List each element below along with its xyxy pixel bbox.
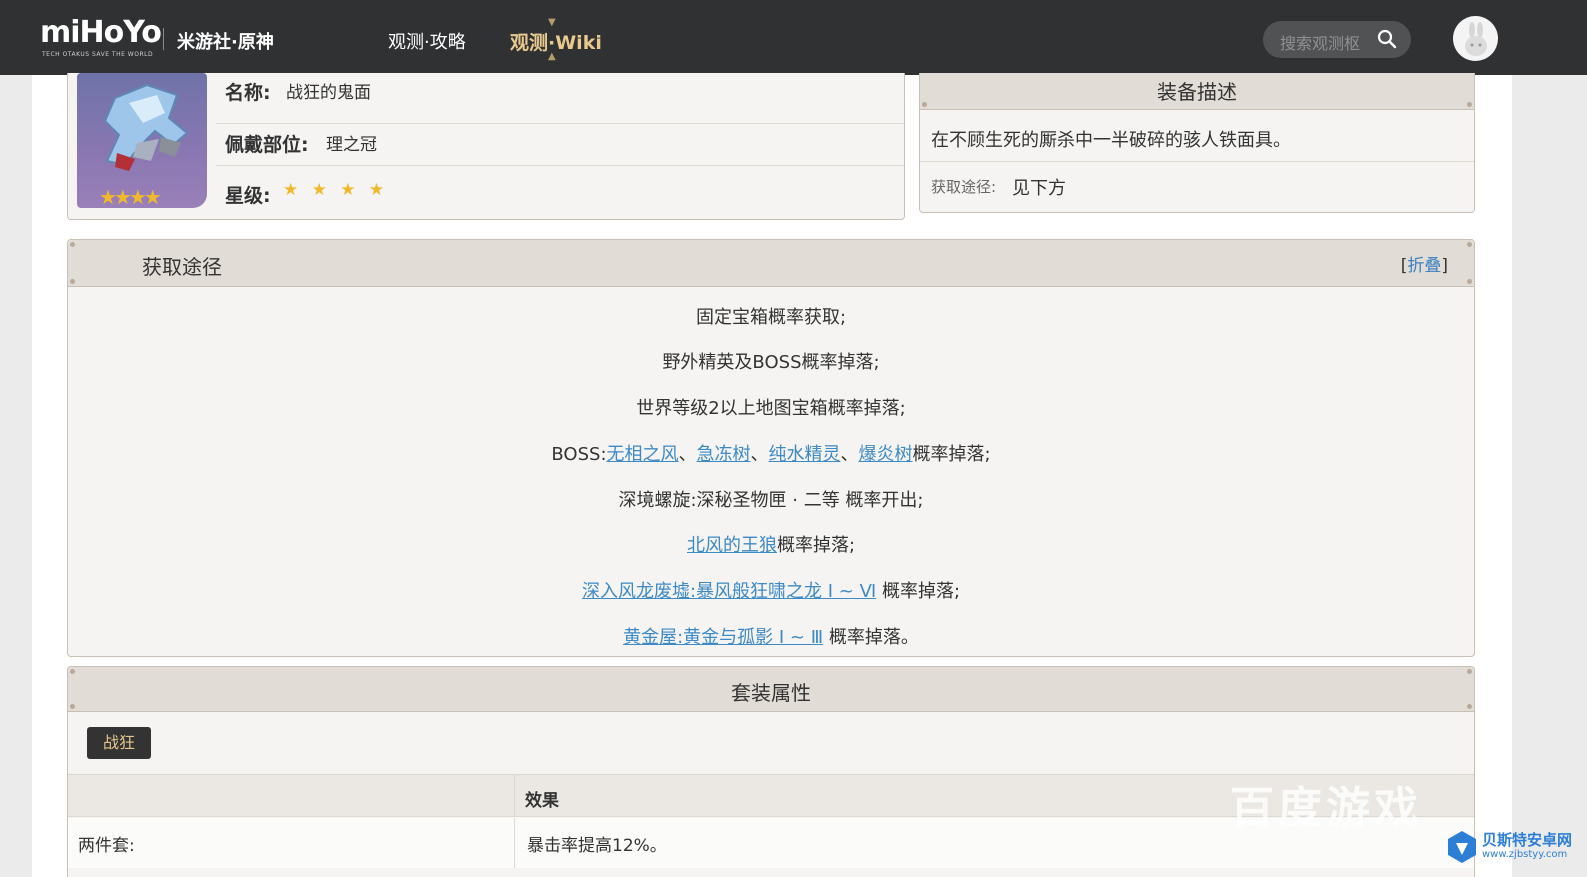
corner-dot [70,279,75,284]
corner-dot [1467,242,1472,247]
rarity-label: 星级: [225,185,271,207]
link-boss-anemo-hypostasis[interactable]: 无相之风 [607,444,679,465]
table-row: 两件套: [68,818,515,868]
item-image: ★★★★ [77,73,207,208]
user-avatar[interactable] [1453,16,1498,61]
site-url: www.zjbstyy.com [1482,849,1568,860]
page-content: ★★★★ 名称: 战狂的鬼面 佩戴部位: 理之冠 星级: ★ ★ ★ ★ 装备描… [32,73,1512,877]
fold-toggle[interactable]: [折叠] [1401,251,1448,276]
boss-suffix: 概率掉落; [912,444,991,465]
logo-divider [163,28,164,50]
obtain-line-4: BOSS:无相之风、急冻树、纯水精灵、爆炎树概率掉落; [68,440,1474,466]
obtain-line-2: 野外精英及BOSS概率掉落; [662,352,880,373]
two-piece-label: 两件套: [78,836,135,856]
link-boss-oceanid[interactable]: 纯水精灵 [769,444,841,465]
obtain-card: 获取途径 [折叠] 固定宝箱概率获取; 野外精英及BOSS概率掉落; 世界等级2… [67,239,1475,657]
nav-active-bottom-ornament-icon: ▲ [548,51,556,62]
info-row-rarity: 星级: ★ ★ ★ ★ [216,167,904,218]
line-suffix: 概率掉落; [776,535,856,556]
obtain-line-3: 世界等级2以上地图宝箱概率掉落; [636,398,906,419]
nav-active-top-ornament-icon: ▼ [548,17,556,28]
baidu-games-watermark: 百度游戏 [1230,783,1422,834]
set-tab-berserker[interactable]: 战狂 [87,727,151,759]
separator: 、 [840,444,859,465]
link-boss-cryo-regisvine[interactable]: 急冻树 [697,444,751,465]
corner-dot [70,242,75,247]
item-name: 战狂的鬼面 [286,83,371,103]
link-boss-pyro-regisvine[interactable]: 爆炎树 [859,444,913,465]
item-slot: 理之冠 [326,135,377,155]
top-navigation-bar: miHoYo TECH OTAKUS SAVE THE WORLD 米游社·原神… [0,0,1587,75]
obtain-line-7: 深入风龙废墟:暴风般狂啸之龙 Ⅰ ~ Ⅵ 概率掉落; [68,577,1474,603]
avatar-rabbit-icon [1465,22,1487,56]
obtain-line-1: 固定宝箱概率获取; [695,307,847,328]
fold-link[interactable]: 折叠 [1407,256,1441,276]
search-icon[interactable] [1377,29,1397,49]
link-wolf-of-the-north[interactable]: 北风的王狼 [687,535,777,556]
name-label: 名称: [225,82,271,104]
search-box[interactable]: 搜索观测枢 [1263,21,1411,58]
separator: 、 [678,444,697,465]
source-value: 见下方 [1012,178,1066,199]
link-stormterror-domain[interactable]: 深入风龙废墟:暴风般狂啸之龙 Ⅰ ~ Ⅵ [582,581,876,602]
obtain-header: 获取途径 [折叠] [68,240,1474,287]
nav-guides[interactable]: 观测·攻略 [388,28,466,54]
search-input[interactable]: 搜索观测枢 [1280,30,1360,54]
info-row-slot: 佩戴部位: 理之冠 [216,115,904,166]
site-logo-icon [1448,831,1476,863]
bracket: ] [1441,256,1448,276]
mihoyo-logo[interactable]: miHoYo [40,18,162,48]
effect-column-header: 效果 [525,791,559,811]
equipment-description-card: 装备描述 在不顾生死的厮杀中一半破碎的骇人铁面具。 获取途径: 见下方 [919,73,1475,213]
thumb-rarity-stars: ★★★★ [99,185,162,208]
divider [920,161,1474,162]
boss-prefix: BOSS: [551,444,607,465]
description-title: 装备描述 [1157,80,1237,104]
obtain-line-5: 深境螺旋:深秘圣物匣 · 二等 概率开出; [618,490,924,511]
description-text: 在不顾生死的厮杀中一半破碎的骇人铁面具。 [931,130,1291,151]
slot-label: 佩戴部位: [225,134,309,156]
logo-tagline: TECH OTAKUS SAVE THE WORLD [42,51,154,58]
brand-title[interactable]: 米游社·原神 [177,28,274,54]
two-piece-effect: 暴击率提高12%。 [527,836,667,856]
separator: 、 [750,444,769,465]
line-suffix: 概率掉落; [876,581,961,602]
obtain-line-6: 北风的王狼概率掉落; [68,531,1474,557]
link-golden-house-domain[interactable]: 黄金屋:黄金与孤影 Ⅰ ~ Ⅲ [623,627,823,648]
item-info-card: ★★★★ 名称: 战狂的鬼面 佩戴部位: 理之冠 星级: ★ ★ ★ ★ [67,73,905,220]
set-bonus-title: 套装属性 [731,681,811,705]
corner-dot [70,669,75,674]
obtain-line-8: 黄金屋:黄金与孤影 Ⅰ ~ Ⅲ 概率掉落。 [68,623,1474,649]
table-header-cell [68,774,515,817]
rarity-stars: ★ ★ ★ ★ [283,180,389,200]
line-suffix: 概率掉落。 [823,627,919,648]
obtain-title: 获取途径 [142,255,222,279]
set-bonus-header: 套装属性 [68,667,1474,712]
site-corner-logo: 贝斯特安卓网 www.zjbstyy.com [1446,826,1576,868]
source-label: 获取途径: [931,178,997,196]
description-header: 装备描述 [920,73,1474,110]
corner-dot [1467,279,1472,284]
corner-dot [1467,669,1472,674]
site-name: 贝斯特安卓网 [1482,831,1573,849]
